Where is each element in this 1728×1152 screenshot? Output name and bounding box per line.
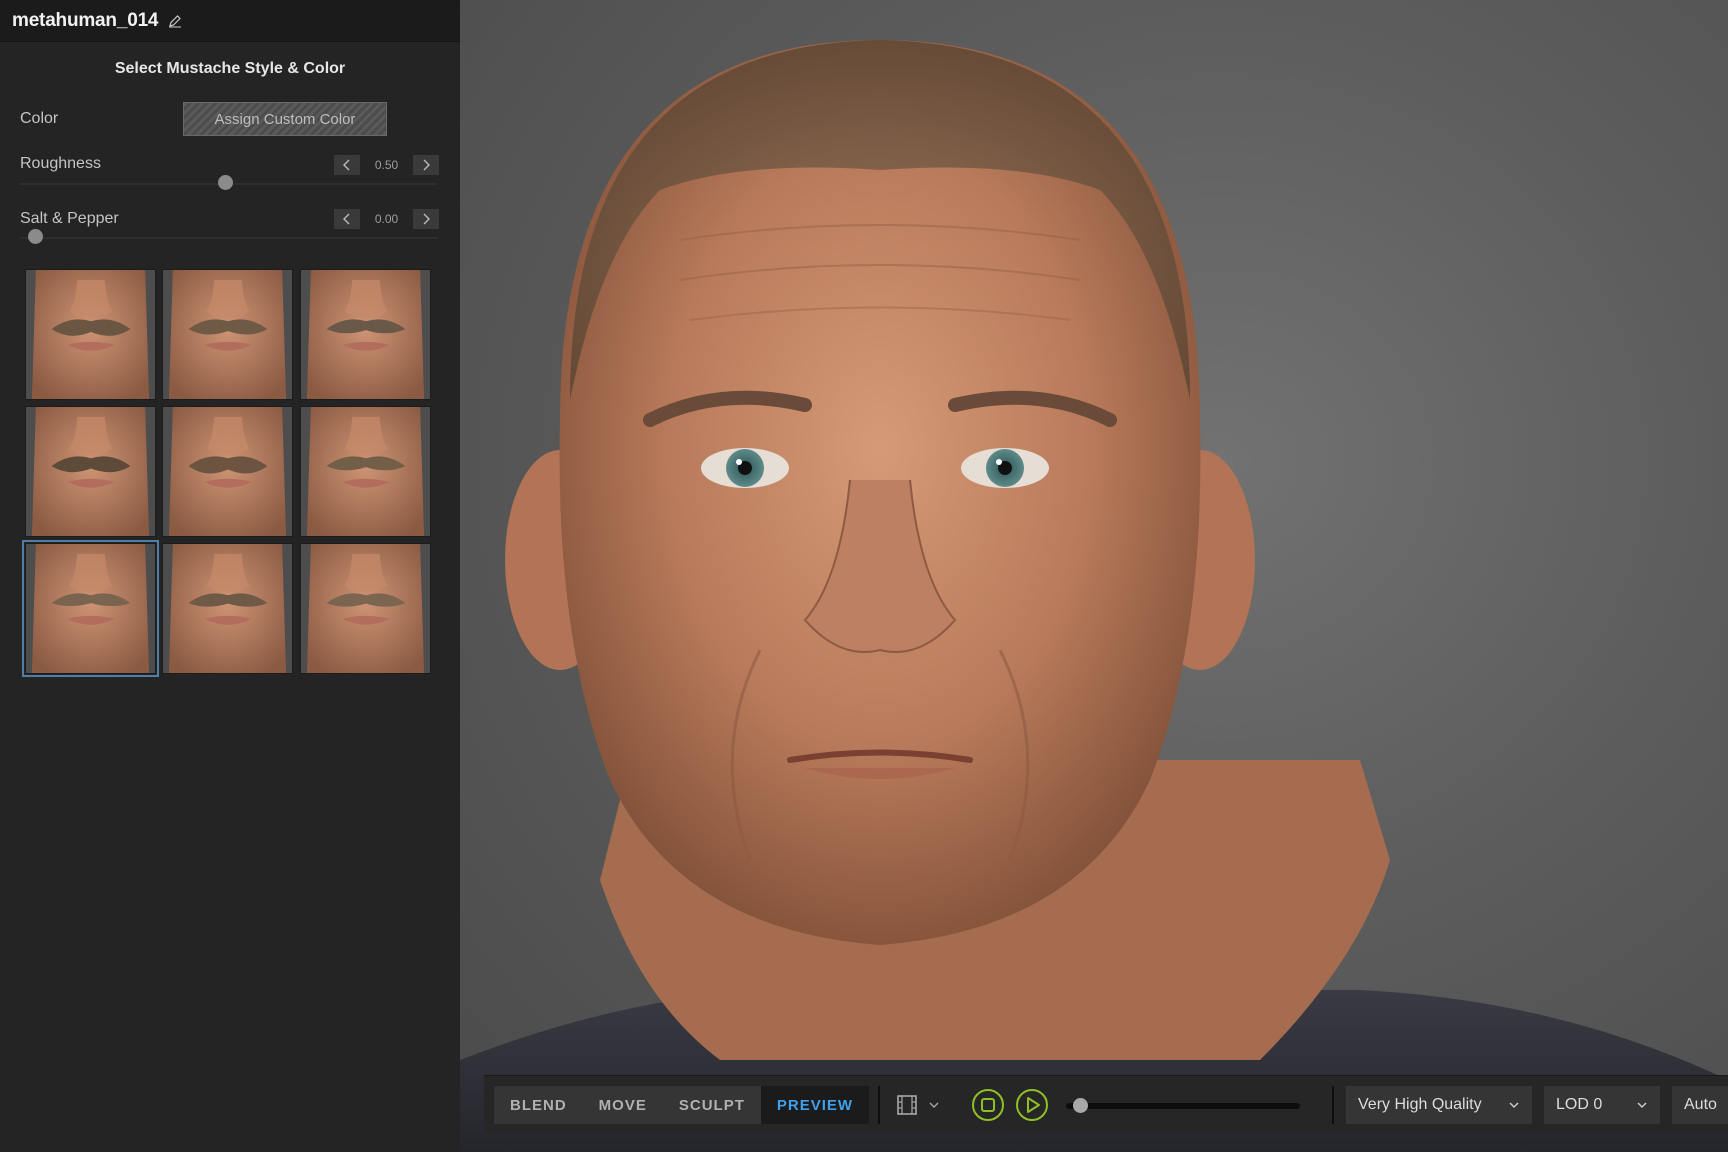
mustache-style-thumbnail[interactable] (25, 406, 156, 537)
timeline-scrubber-track[interactable] (1066, 1103, 1300, 1109)
roughness-increment-button[interactable] (413, 155, 439, 175)
camera-icon[interactable] (896, 1094, 918, 1116)
timeline-scrubber-knob[interactable] (1073, 1098, 1088, 1113)
roughness-label: Roughness (20, 155, 101, 172)
character-render (460, 40, 1728, 1152)
salt-pepper-stepper: 0.00 (334, 208, 439, 230)
salt-pepper-value: 0.00 (374, 212, 399, 226)
roughness-stepper: 0.50 (334, 154, 439, 176)
mustache-style-grid (22, 269, 435, 679)
edit-pencil-icon[interactable] (168, 14, 182, 28)
mustache-style-thumbnail[interactable] (162, 269, 293, 400)
chevron-left-icon (343, 159, 350, 171)
salt-pepper-slider-knob[interactable] (28, 229, 43, 244)
toolbar-divider (1332, 1086, 1334, 1124)
mode-tab-blend[interactable]: BLEND (494, 1086, 583, 1124)
chevron-down-icon (1509, 1102, 1519, 1108)
stop-button[interactable] (971, 1088, 1005, 1122)
chevron-right-icon (423, 159, 430, 171)
mustache-style-thumbnail[interactable] (22, 540, 159, 677)
mode-tab-move[interactable]: MOVE (583, 1086, 663, 1124)
chevron-down-icon[interactable] (928, 1099, 940, 1111)
mode-tabs: BLEND MOVE SCULPT PREVIEW (494, 1086, 870, 1124)
mustache-style-thumbnail[interactable] (300, 543, 431, 674)
lod-dropdown[interactable]: LOD 0 (1544, 1086, 1660, 1124)
quality-value: Very High Quality (1358, 1096, 1482, 1113)
salt-pepper-decrement-button[interactable] (334, 209, 360, 229)
roughness-decrement-button[interactable] (334, 155, 360, 175)
salt-pepper-increment-button[interactable] (413, 209, 439, 229)
toolbar-divider (878, 1086, 880, 1124)
mode-tab-preview[interactable]: PREVIEW (760, 1086, 870, 1124)
salt-pepper-label: Salt & Pepper (20, 210, 119, 227)
mode-tab-sculpt[interactable]: SCULPT (663, 1086, 761, 1124)
roughness-slider-knob[interactable] (218, 175, 233, 190)
viewport-toolbar: BLEND MOVE SCULPT PREVIEW Very High Quality… (484, 1075, 1728, 1133)
roughness-value: 0.50 (374, 158, 399, 172)
mustache-style-thumbnail[interactable] (162, 543, 293, 674)
color-label: Color (20, 110, 59, 127)
mustache-style-thumbnail[interactable] (300, 269, 431, 400)
mustache-style-thumbnail[interactable] (162, 406, 293, 537)
play-button[interactable] (1015, 1088, 1049, 1122)
chevron-left-icon (343, 213, 350, 225)
chevron-down-icon (1637, 1102, 1647, 1108)
section-title: Select Mustache Style & Color (114, 60, 346, 77)
lod-value: LOD 0 (1556, 1096, 1603, 1113)
title-bar: metahuman_014 (0, 0, 460, 42)
auto-value: Auto (1684, 1096, 1717, 1113)
assign-custom-color-button[interactable]: Assign Custom Color (183, 102, 387, 136)
mustache-panel: metahuman_014 Select Mustache Style & Co… (0, 0, 460, 1152)
salt-pepper-slider-track[interactable] (20, 237, 438, 239)
chevron-right-icon (423, 213, 430, 225)
quality-dropdown[interactable]: Very High Quality (1346, 1086, 1532, 1124)
auto-dropdown[interactable]: Auto (1672, 1086, 1728, 1124)
character-name: metahuman_014 (12, 10, 159, 31)
mustache-style-thumbnail[interactable] (25, 269, 156, 400)
mustache-style-thumbnail[interactable] (300, 406, 431, 537)
3d-viewport[interactable] (460, 0, 1728, 1152)
